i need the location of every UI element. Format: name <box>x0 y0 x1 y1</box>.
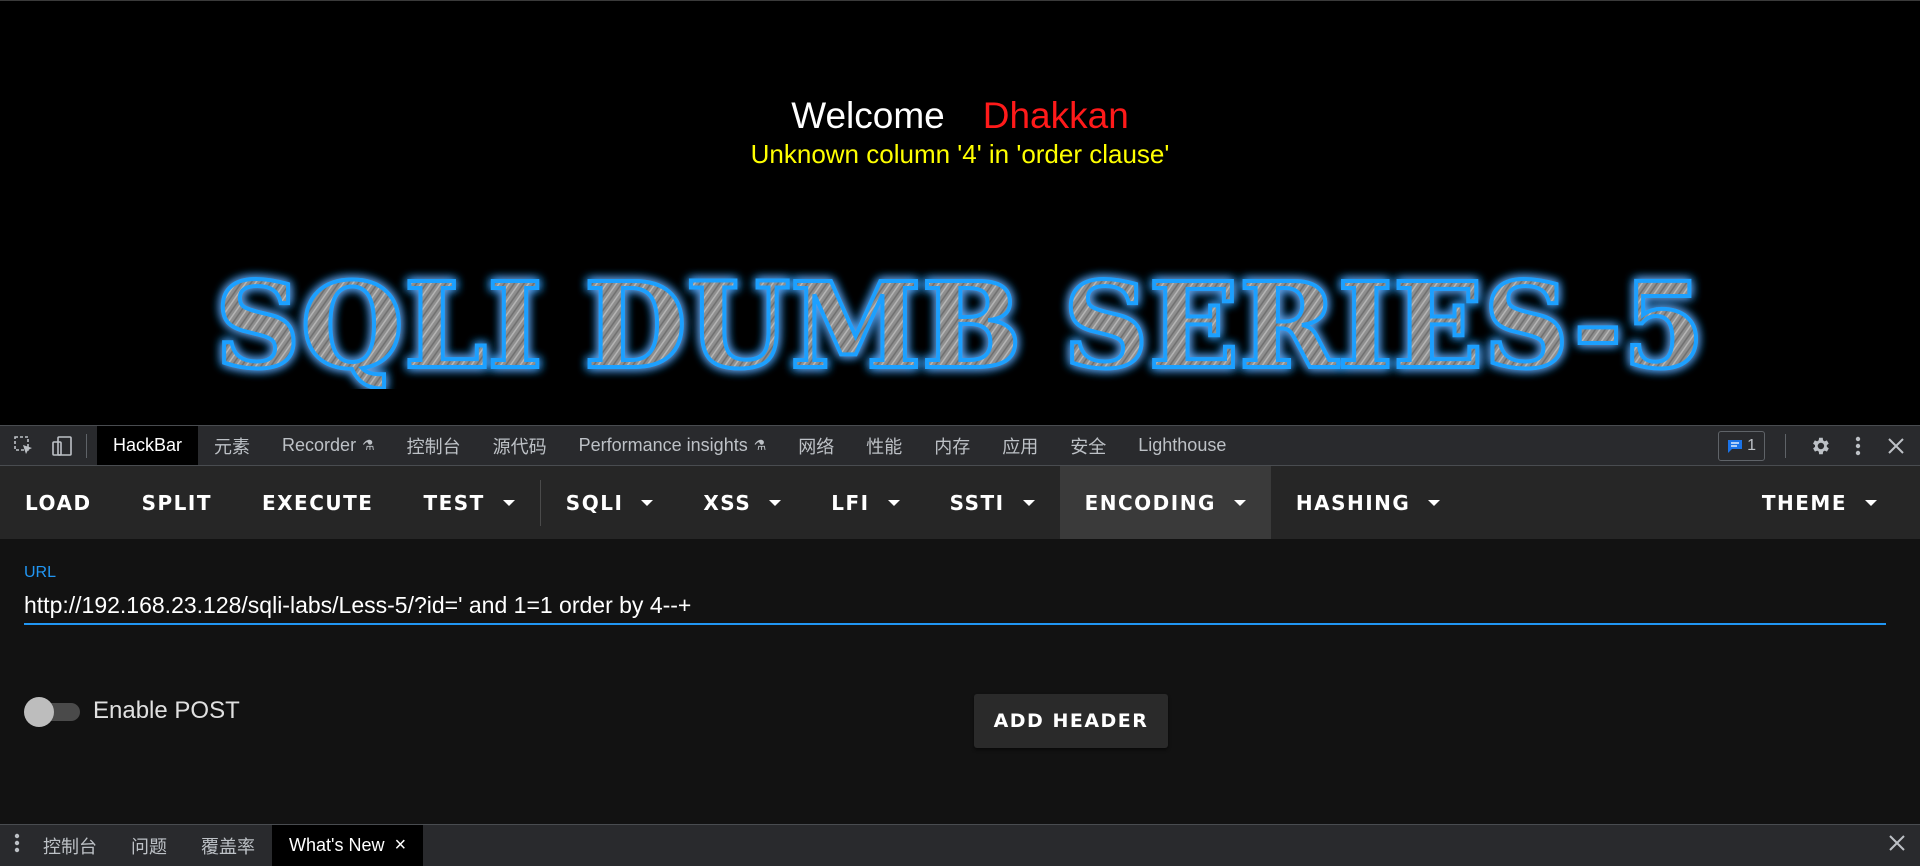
test-menu-button[interactable]: TEST <box>398 466 539 539</box>
button-label: TEST <box>423 490 485 515</box>
tab-label: What's New <box>289 835 385 855</box>
drawer-tab-whats-new[interactable]: What's New × <box>272 825 424 866</box>
button-label: LFI <box>831 490 870 515</box>
caret-down-icon <box>887 499 900 506</box>
hashing-menu-button[interactable]: HASHING <box>1271 466 1465 539</box>
caret-down-icon <box>1022 499 1035 506</box>
flask-icon: ⚗ <box>753 437 767 453</box>
button-label: XSS <box>703 490 752 515</box>
device-toolbar-icon[interactable] <box>48 432 76 460</box>
tab-security[interactable]: 安全 <box>1054 426 1122 465</box>
drawer-menu-icon[interactable] <box>14 832 20 859</box>
tab-label: 覆盖率 <box>201 836 255 857</box>
tab-label: 元素 <box>214 436 251 457</box>
tab-label: 安全 <box>1070 436 1107 457</box>
sqli-menu-button[interactable]: SQLI <box>541 466 679 539</box>
devtools-tabbar: HackBar 元素 Recorder ⚗ 控制台 源代码 Performance… <box>0 425 1920 466</box>
tab-performance-insights[interactable]: Performance insights ⚗ <box>563 426 783 465</box>
gear-icon[interactable] <box>1806 432 1834 460</box>
tab-application[interactable]: 应用 <box>986 426 1054 465</box>
toggle-knob <box>24 697 54 727</box>
tab-elements[interactable]: 元素 <box>198 426 266 465</box>
button-label: HASHING <box>1295 490 1411 515</box>
hackbar-panel: URL Enable POST ADD HEADER <box>0 539 1920 824</box>
flask-icon: ⚗ <box>362 437 375 453</box>
tab-lighthouse[interactable]: Lighthouse <box>1122 426 1242 465</box>
theme-menu-button[interactable]: THEME <box>1737 466 1902 539</box>
xss-menu-button[interactable]: XSS <box>678 466 806 539</box>
button-label: ENCODING <box>1084 490 1216 515</box>
sqli-banner-logo: SQLI DUMB SERIES-5 <box>213 254 1707 389</box>
tab-label: HackBar <box>113 435 183 455</box>
close-icon[interactable] <box>1882 432 1910 460</box>
caret-down-icon <box>1428 499 1441 506</box>
sql-error-message: Unknown column '4' in 'order clause' <box>750 139 1170 169</box>
tab-label: Lighthouse <box>1138 435 1227 455</box>
hackbar-toolbar: LOAD SPLIT EXECUTE TEST SQLI XSS LFI SST… <box>0 466 1920 539</box>
tab-label: 控制台 <box>406 436 461 457</box>
execute-button[interactable]: EXECUTE <box>237 466 398 539</box>
more-options-icon[interactable] <box>1844 432 1872 460</box>
caret-down-icon <box>769 499 782 506</box>
close-drawer-icon[interactable] <box>1888 834 1906 857</box>
tab-label: 内存 <box>934 436 971 457</box>
enable-post-label: Enable POST <box>93 697 240 724</box>
tab-recorder[interactable]: Recorder ⚗ <box>266 426 391 465</box>
tab-label: 应用 <box>1002 436 1039 457</box>
tab-console[interactable]: 控制台 <box>391 426 477 465</box>
enable-post-toggle[interactable] <box>24 697 81 727</box>
button-label: SSTI <box>949 490 1005 515</box>
ssti-menu-button[interactable]: SSTI <box>925 466 1060 539</box>
message-icon <box>1728 439 1743 453</box>
button-label: SPLIT <box>141 490 212 515</box>
caret-down-icon <box>1233 499 1246 506</box>
tab-label: Recorder <box>282 435 357 455</box>
tab-label: 性能 <box>866 436 903 457</box>
tab-label: 源代码 <box>492 436 547 457</box>
drawer-tab-issues[interactable]: 问题 <box>114 825 184 866</box>
tab-sources[interactable]: 源代码 <box>477 426 563 465</box>
username: Dhakkan <box>982 95 1129 136</box>
welcome-text: Welcome <box>791 95 945 136</box>
tab-label: 控制台 <box>43 836 97 857</box>
split-button[interactable]: SPLIT <box>117 466 237 539</box>
drawer-tab-console[interactable]: 控制台 <box>26 825 114 866</box>
caret-down-icon <box>641 499 654 506</box>
lfi-menu-button[interactable]: LFI <box>806 466 924 539</box>
page-viewport: Welcome Dhakkan Unknown column '4' in 'or… <box>0 0 1920 425</box>
url-label: URL <box>24 564 57 581</box>
button-label: EXECUTE <box>261 490 374 515</box>
load-button[interactable]: LOAD <box>0 466 117 539</box>
tab-memory[interactable]: 内存 <box>918 426 986 465</box>
tab-label: Performance insights <box>578 435 748 455</box>
button-label: LOAD <box>25 490 92 515</box>
button-label: ADD HEADER <box>993 710 1149 732</box>
welcome-line: Welcome Dhakkan <box>0 95 1920 137</box>
button-label: THEME <box>1761 490 1847 515</box>
close-tab-icon[interactable]: × <box>394 834 406 857</box>
tab-performance[interactable]: 性能 <box>850 426 918 465</box>
button-label: SQLI <box>565 490 624 515</box>
devtools-drawer-tabbar: 控制台 问题 覆盖率 What's New × <box>0 824 1920 866</box>
issues-badge[interactable]: 1 <box>1718 430 1765 461</box>
tab-network[interactable]: 网络 <box>782 426 850 465</box>
caret-down-icon <box>502 499 515 506</box>
tab-label: 网络 <box>798 436 835 457</box>
tab-hackbar[interactable]: HackBar <box>97 426 199 465</box>
divider <box>86 433 87 458</box>
issues-count: 1 <box>1747 436 1756 454</box>
tab-label: 问题 <box>131 836 167 857</box>
url-input[interactable] <box>24 587 1886 625</box>
caret-down-icon <box>1865 499 1877 506</box>
encoding-menu-button[interactable]: ENCODING <box>1059 466 1271 539</box>
banner-text: SQLI DUMB SERIES-5 <box>215 256 1705 389</box>
inspect-element-icon[interactable] <box>10 432 38 460</box>
drawer-tab-coverage[interactable]: 覆盖率 <box>184 825 272 866</box>
add-header-button[interactable]: ADD HEADER <box>974 694 1168 748</box>
divider <box>1785 433 1786 458</box>
